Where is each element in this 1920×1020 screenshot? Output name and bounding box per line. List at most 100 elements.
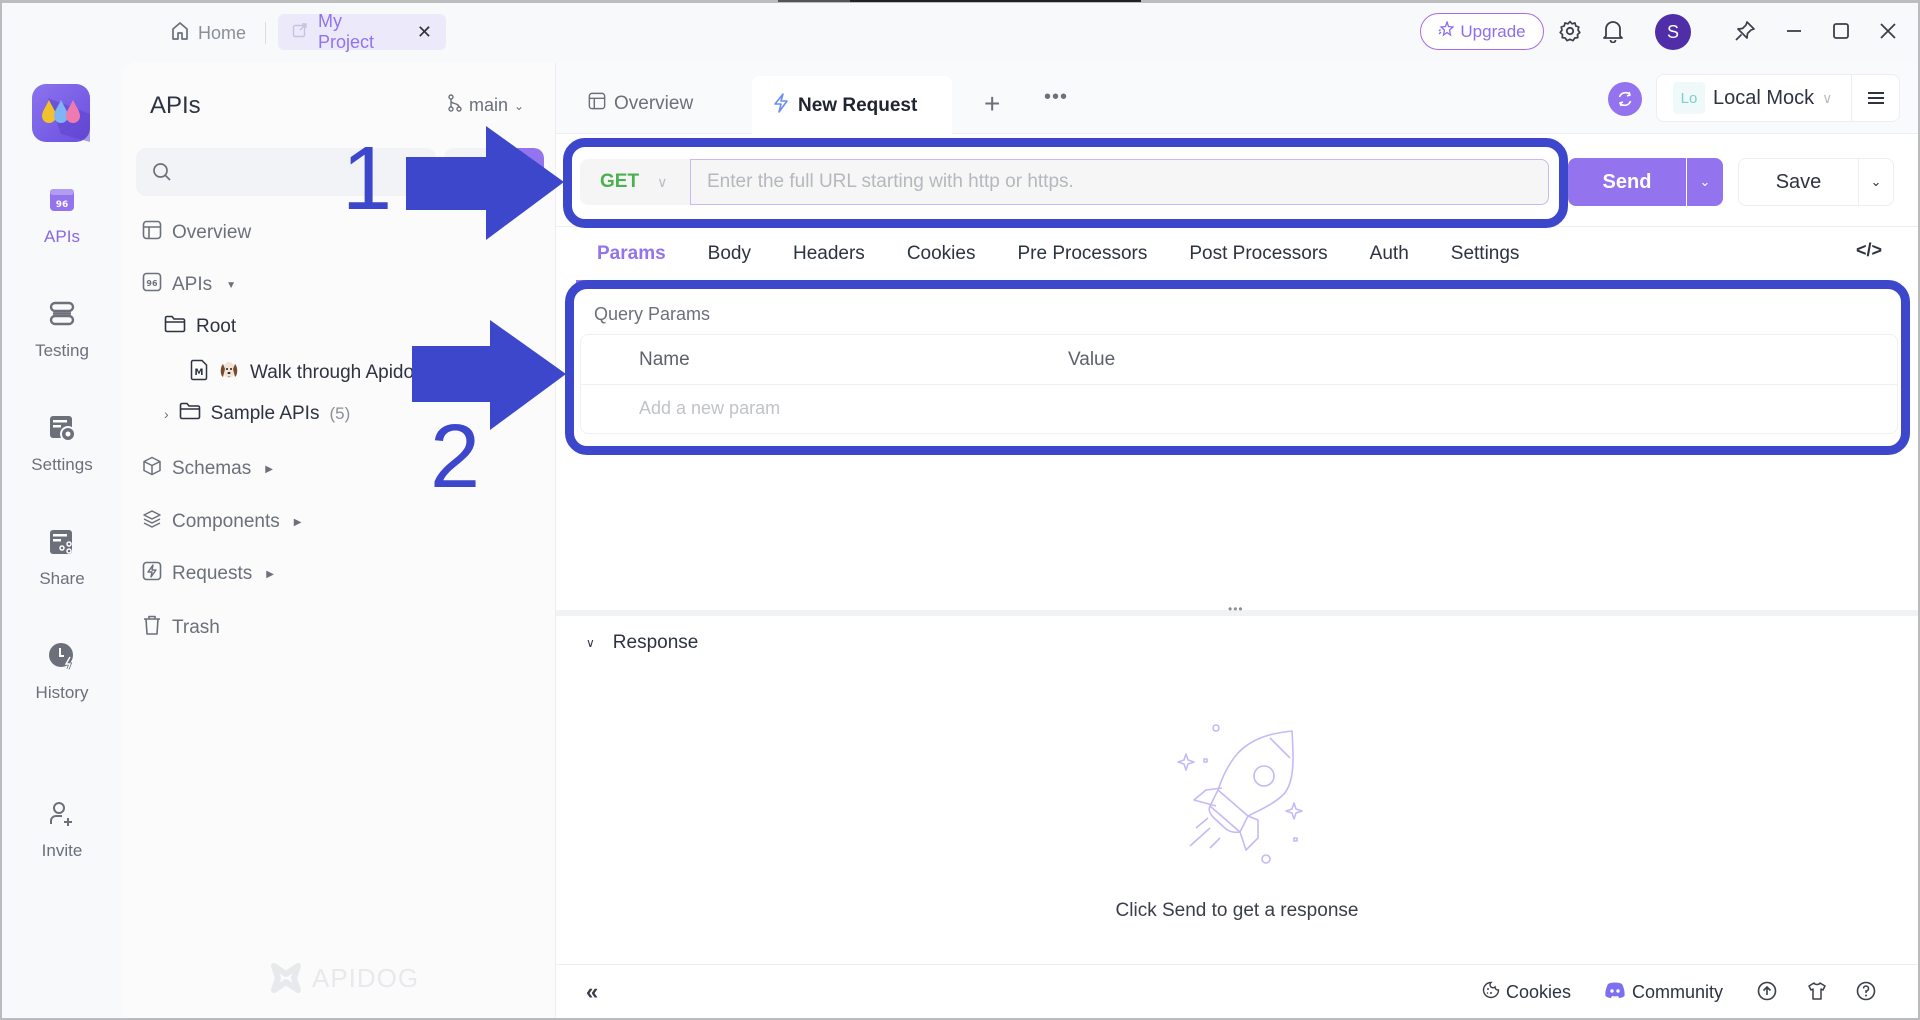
response-header[interactable]: ∨ Response — [586, 632, 698, 654]
more-tabs-icon[interactable]: ••• — [1044, 86, 1068, 109]
search-icon — [152, 162, 172, 187]
upgrade-button[interactable]: Upgrade — [1420, 13, 1544, 50]
tree-item-components[interactable]: Components ▶ — [142, 509, 301, 535]
discord-icon — [1604, 981, 1626, 1004]
caret-down-icon: ▼ — [226, 279, 237, 291]
markdown-doc-icon: M — [190, 359, 208, 387]
tab-auth[interactable]: Auth — [1349, 226, 1430, 282]
save-options-dropdown[interactable]: ⌄ — [1858, 158, 1894, 206]
tab-settings[interactable]: Settings — [1430, 226, 1541, 282]
code-snippet-icon[interactable]: </> — [1856, 240, 1882, 261]
maximize-icon[interactable] — [1828, 18, 1854, 44]
chevron-down-icon: ∨ — [1822, 89, 1833, 106]
collapse-sidebar-icon[interactable]: « — [586, 979, 598, 1005]
tab-home[interactable]: Home — [162, 16, 254, 50]
tree-label-apis: APIs — [172, 274, 213, 295]
nav-rail: 96 APIs Testing Settings Share History I… — [2, 62, 122, 1018]
layers-icon — [142, 509, 162, 535]
sync-icon[interactable] — [1608, 82, 1642, 116]
minimize-icon[interactable] — [1781, 18, 1807, 44]
testing-icon — [48, 300, 76, 333]
layout-icon — [588, 92, 606, 116]
tree-item-sample-apis[interactable]: › Sample APIs (5) — [164, 402, 350, 426]
folder-icon — [179, 402, 201, 426]
apidog-watermark: APIDOG — [268, 960, 419, 996]
tree-item-schemas[interactable]: Schemas ▶ — [142, 456, 273, 482]
send-button[interactable]: Send — [1568, 158, 1686, 206]
community-link[interactable]: Community — [1604, 981, 1723, 1004]
help-icon[interactable] — [1854, 979, 1878, 1003]
send-options-dropdown[interactable]: ⌄ — [1687, 158, 1723, 206]
title-bar: Home My Project ✕ Upgrade S — [0, 0, 1920, 62]
rail-item-share[interactable]: Share — [2, 528, 122, 589]
drag-handle-dots-icon[interactable]: ••• — [1228, 602, 1244, 616]
folder-icon — [164, 315, 186, 339]
tab-new-request[interactable]: New Request — [752, 76, 952, 135]
tree-label-trash: Trash — [172, 617, 220, 638]
cookies-link[interactable]: Cookies — [1482, 981, 1571, 1004]
invite-user-icon — [48, 800, 76, 833]
tab-post-processors[interactable]: Post Processors — [1168, 226, 1348, 282]
rail-item-apis[interactable]: 96 APIs — [2, 186, 122, 247]
tab-params[interactable]: Params — [576, 226, 687, 283]
close-window-icon[interactable] — [1875, 18, 1901, 44]
tab-overview[interactable]: Overview — [588, 92, 693, 116]
tab-cookies[interactable]: Cookies — [886, 226, 997, 282]
add-param-row[interactable]: Add a new param — [581, 385, 1897, 433]
rocket-illustration-icon — [1160, 718, 1320, 873]
status-bar: « Cookies Community — [556, 964, 1918, 1018]
tab-my-project[interactable]: My Project ✕ — [278, 11, 446, 52]
rail-item-settings[interactable]: Settings — [2, 414, 122, 475]
dog-emoji-icon — [218, 359, 240, 387]
settings-icon[interactable] — [1557, 18, 1583, 44]
lightning-box-icon — [142, 561, 162, 587]
response-title: Response — [612, 632, 699, 653]
tab-headers[interactable]: Headers — [772, 226, 886, 282]
tree-label-requests: Requests — [172, 563, 253, 584]
tab-home-label: Home — [198, 22, 247, 43]
new-tab-plus-icon[interactable]: + — [984, 88, 1000, 120]
bell-icon[interactable] — [1600, 18, 1626, 44]
close-tab-icon[interactable]: ✕ — [417, 22, 432, 43]
tree-item-root[interactable]: Root — [164, 315, 236, 339]
user-avatar[interactable]: S — [1655, 14, 1691, 50]
save-button[interactable]: Save — [1738, 158, 1858, 206]
rail-label-settings: Settings — [31, 455, 93, 474]
tab-body[interactable]: Body — [687, 226, 772, 282]
rail-label-testing: Testing — [35, 341, 89, 360]
tree-item-requests[interactable]: Requests ▶ — [142, 561, 274, 587]
tree-label-walkthrough: Walk through Apidog — [250, 362, 425, 383]
pin-icon[interactable] — [1732, 18, 1758, 44]
sidebar-search-input[interactable] — [136, 148, 436, 196]
add-new-button[interactable] — [444, 148, 544, 196]
chevron-down-icon: ∨ — [657, 173, 668, 190]
caret-right-icon: ▶ — [265, 463, 273, 475]
tab-my-project-label: My Project — [318, 11, 375, 52]
rail-item-history[interactable]: History — [2, 642, 122, 703]
method-selector[interactable]: GET ∨ — [580, 159, 690, 205]
trash-icon — [142, 614, 162, 642]
project-settings-icon — [48, 414, 76, 447]
hamburger-menu-icon[interactable] — [1851, 75, 1899, 121]
branch-selector[interactable]: main ⌄ — [447, 94, 524, 117]
url-input[interactable] — [690, 159, 1549, 205]
caret-right-icon: ▶ — [293, 516, 302, 528]
rail-item-testing[interactable]: Testing — [2, 300, 122, 361]
tree-item-walkthrough[interactable]: M Walk through Apidog — [190, 359, 425, 387]
environment-selector[interactable]: Lo Local Mock ∨ — [1656, 74, 1900, 122]
upload-circle-icon[interactable] — [1755, 979, 1779, 1003]
tree-item-overview[interactable]: Overview — [142, 220, 251, 246]
tab-separator — [265, 22, 266, 44]
tree-item-apis[interactable]: 96 APIs ▼ — [142, 272, 236, 298]
rail-label-apis: APIs — [44, 227, 80, 246]
tree-item-trash[interactable]: Trash — [142, 614, 220, 642]
chevron-right-icon: › — [164, 406, 169, 422]
chevron-down-icon: ∨ — [586, 636, 595, 650]
shirt-icon[interactable] — [1805, 979, 1829, 1003]
rail-item-invite[interactable]: Invite — [2, 800, 122, 861]
caret-right-icon: ▶ — [266, 568, 274, 580]
tab-pre-processors[interactable]: Pre Processors — [996, 226, 1168, 282]
tab-overview-label: Overview — [614, 93, 694, 114]
request-section-tabs: Params Body Headers Cookies Pre Processo… — [576, 226, 1898, 283]
svg-text:96: 96 — [146, 279, 158, 288]
